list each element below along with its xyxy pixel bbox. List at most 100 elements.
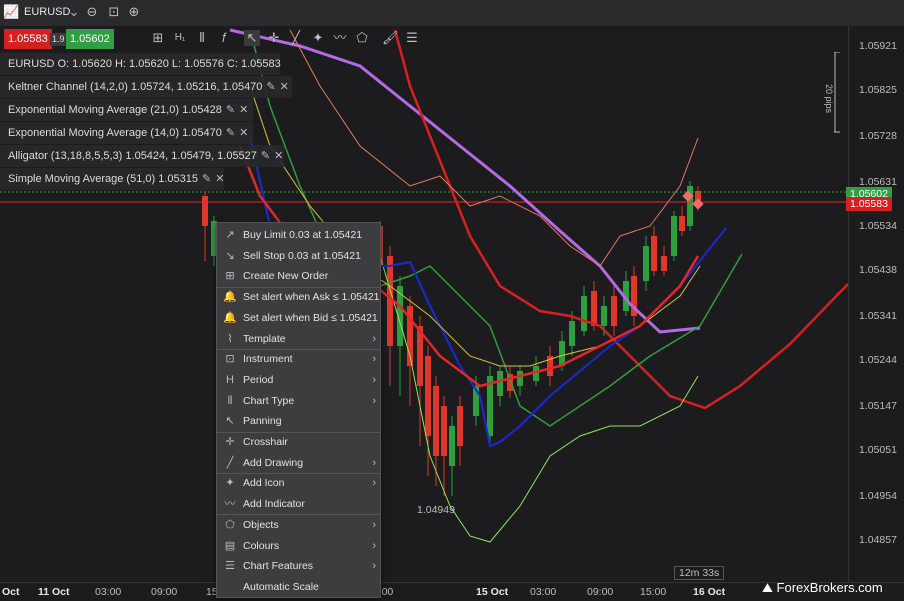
indicator-icon: 〰 <box>224 498 236 511</box>
close-icon[interactable]: ✕ <box>239 127 248 139</box>
paint-icon[interactable]: 🖌 <box>382 30 399 46</box>
y-tick: 1.05051 <box>859 444 897 456</box>
menu-item-chart-features[interactable]: ☰ Chart Features › <box>217 556 380 576</box>
sell-stop-icon: ↘ <box>225 249 235 262</box>
close-icon[interactable]: ✕ <box>239 104 248 116</box>
candle-body <box>679 216 685 231</box>
menu-item-instrument[interactable]: ⊡ Instrument › <box>217 349 380 369</box>
period-h1-icon[interactable]: H₁ <box>172 30 188 46</box>
chart-icon[interactable]: 📈 <box>3 4 19 20</box>
objects-icon: ⬠ <box>225 518 235 531</box>
list-icon[interactable]: ☰ <box>404 30 420 46</box>
candle-body <box>202 196 208 226</box>
top-toolbar: 📈 EURUSD ⌄ ⊖ ⊡ ⊕ <box>0 0 904 27</box>
menu-item-add-icon[interactable]: ✦ Add Icon › <box>217 473 380 493</box>
y-tick: 1.05438 <box>859 264 897 276</box>
chevron-right-icon: › <box>372 539 376 552</box>
template-icon: ⌇ <box>227 332 233 345</box>
menu-item-automatic-scale[interactable]: Automatic Scale <box>217 577 380 597</box>
indicator-row-ema21[interactable]: Exponential Moving Average (21,0) 1.0542… <box>0 99 253 121</box>
menu-item-label: Template <box>243 332 286 345</box>
indicator-icon[interactable]: 𝑓 <box>216 30 232 46</box>
price-axis[interactable]: 1.05921 1.05825 1.05728 1.05631 1.05534 … <box>848 26 904 582</box>
candle-body <box>457 406 463 446</box>
indicator-row-alligator[interactable]: Alligator (13,18,8,5,5,3) 1.05424, 1.054… <box>0 145 284 167</box>
line-draw-icon[interactable]: ╱ <box>288 30 304 46</box>
menu-item-create-new-order[interactable]: ⊞ Create New Order <box>217 266 380 286</box>
candle-timer: 12m 33s <box>674 566 725 580</box>
star-icon[interactable]: ✦ <box>310 30 326 46</box>
menu-item-set-alert-when-ask-1-05421[interactable]: 🔔 Set alert when Ask ≤ 1.05421 <box>217 287 380 307</box>
y-tick: 1.05244 <box>859 354 897 366</box>
menu-item-panning[interactable]: ↖ Panning <box>217 411 380 431</box>
candle-body <box>449 426 455 466</box>
edit-icon[interactable]: ✎ <box>202 173 211 185</box>
wave-icon[interactable]: 〰 <box>332 30 348 46</box>
candle-body <box>441 406 447 456</box>
close-icon[interactable]: ✕ <box>280 81 289 93</box>
menu-item-label: Objects <box>243 518 279 531</box>
ask-price-button[interactable]: 1.05602 <box>66 29 114 49</box>
menu-item-add-drawing[interactable]: ╱ Add Drawing › <box>217 453 380 473</box>
shapes-icon[interactable]: ⬠ <box>354 30 370 46</box>
bid-price-button[interactable]: 1.05583 <box>4 29 52 49</box>
symbol-selector[interactable]: EURUSD <box>24 6 70 18</box>
menu-item-colours[interactable]: ▤ Colours › <box>217 536 380 556</box>
edit-icon[interactable]: ✎ <box>261 150 270 162</box>
edit-icon[interactable]: ✎ <box>266 81 275 93</box>
expand-icon[interactable]: ⊡ <box>106 4 122 20</box>
x-tick: 03:00 <box>530 586 557 598</box>
menu-item-chart-type[interactable]: ⫴ Chart Type › <box>217 391 380 411</box>
buy-limit-icon: ↗ <box>225 229 235 241</box>
menu-item-crosshair[interactable]: ✛ Crosshair <box>217 432 380 452</box>
chevron-right-icon: › <box>372 332 376 345</box>
chevron-right-icon: › <box>372 518 376 531</box>
context-menu: ↗ Buy Limit 0.03 at 1.05421 ↘ Sell Stop 0.0… <box>216 222 381 598</box>
chart-type-icon[interactable]: ⫴ <box>194 30 210 46</box>
spread-badge: 1.9 <box>50 33 67 46</box>
y-tick: 1.05728 <box>859 130 897 142</box>
minus-circle-icon[interactable]: ⊖ <box>84 4 100 20</box>
drawing-icon: ╱ <box>226 456 234 469</box>
close-icon[interactable]: ✕ <box>215 173 224 185</box>
menu-item-label: Add Indicator <box>243 498 305 511</box>
x-tick: 15 Oct <box>476 586 509 598</box>
menu-item-buy-limit-0-03-at-1-05421[interactable]: ↗ Buy Limit 0.03 at 1.05421 <box>217 225 380 245</box>
period-icon: H <box>226 373 234 386</box>
ohlc-readout: EURUSD O: 1.05620 H: 1.05620 L: 1.05576 … <box>0 53 281 75</box>
menu-item-add-indicator[interactable]: 〰 Add Indicator <box>217 494 380 514</box>
menu-item-objects[interactable]: ⬠ Objects › <box>217 515 380 535</box>
menu-item-label: Colours <box>243 539 280 552</box>
indicator-row-sma[interactable]: Simple Moving Average (51,0) 1.05315 ✎ ✕ <box>0 168 224 190</box>
chevron-right-icon: › <box>372 477 376 490</box>
y-tick: 1.04857 <box>859 534 897 546</box>
chevron-right-icon: › <box>372 394 376 407</box>
menu-item-label: Buy Limit 0.03 at 1.05421 <box>243 229 363 241</box>
crosshair-icon: ✛ <box>225 436 235 448</box>
indicator-row-ema14[interactable]: Exponential Moving Average (14,0) 1.0547… <box>0 122 253 144</box>
menu-item-label: Sell Stop 0.03 at 1.05421 <box>243 249 361 262</box>
plus-circle-icon[interactable]: ⊕ <box>126 4 142 20</box>
menu-item-period[interactable]: H Period › <box>217 370 380 390</box>
chevron-down-icon[interactable]: ⌄ <box>66 4 82 20</box>
brand-icon: ⛰ <box>762 580 777 595</box>
menu-item-set-alert-when-bid-1-05421[interactable]: 🔔 Set alert when Bid ≤ 1.05421 <box>217 308 380 328</box>
chart-type-icon: ⫴ <box>227 394 233 407</box>
new-order-icon: ⊞ <box>225 270 235 283</box>
chevron-right-icon: › <box>372 353 376 366</box>
menu-item-label: Chart Features <box>243 560 314 573</box>
crosshair-icon[interactable]: ✛ <box>266 30 282 46</box>
features-icon: ☰ <box>225 560 235 573</box>
pips-label: 20 pips <box>824 84 834 114</box>
menu-item-sell-stop-0-03-at-1-05421[interactable]: ↘ Sell Stop 0.03 at 1.05421 <box>217 246 380 266</box>
close-icon[interactable]: ✕ <box>274 150 283 162</box>
edit-icon[interactable]: ✎ <box>226 104 235 116</box>
menu-item-label: Panning <box>243 415 282 428</box>
indicator-row-keltner[interactable]: Keltner Channel (14,2,0) 1.05724, 1.0521… <box>0 76 292 98</box>
cursor-icon[interactable]: ↖ <box>244 30 260 46</box>
ohlc-text: EURUSD O: 1.05620 H: 1.05620 L: 1.05576 … <box>8 58 281 70</box>
add-order-icon[interactable]: ⊞ <box>150 30 166 46</box>
candle-body <box>507 374 513 391</box>
menu-item-template[interactable]: ⌇ Template › <box>217 329 380 349</box>
edit-icon[interactable]: ✎ <box>226 127 235 139</box>
